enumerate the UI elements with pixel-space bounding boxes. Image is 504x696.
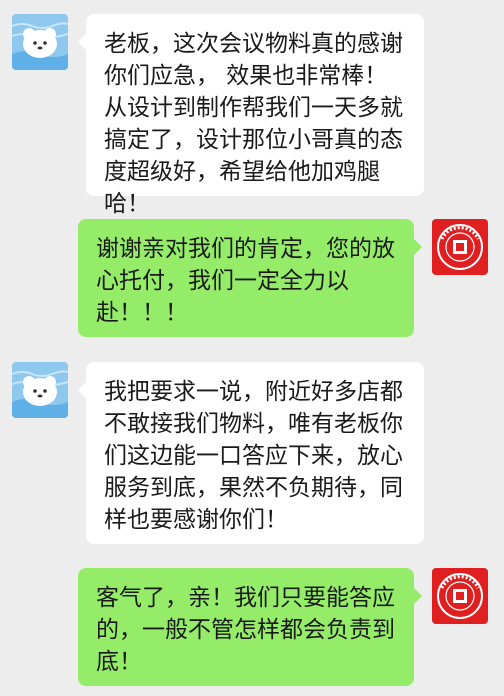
message-text: 老板，这次会议物料真的感谢你们应急， 效果也非常棒！从设计到制作帮我们一天多就搞… (104, 31, 403, 217)
message-text: 客气了，亲！我们只要能答应的，一般不管怎样都会负责到底！ (96, 585, 395, 675)
bubble-tail (414, 588, 422, 604)
merchant-avatar-icon[interactable] (432, 568, 488, 624)
bubble-tail (78, 34, 86, 50)
bubble-tail (414, 239, 422, 255)
message-bubble-outgoing[interactable]: 谢谢亲对我们的肯定，您的放心托付，我们一定全力以赴！！！ (78, 219, 422, 337)
merchant-avatar-icon[interactable] (432, 219, 488, 275)
message-text: 谢谢亲对我们的肯定，您的放心托付，我们一定全力以赴！！！ (96, 236, 395, 326)
user-avatar-icon[interactable] (12, 14, 68, 70)
user-avatar-icon[interactable] (12, 362, 68, 418)
message-bubble-outgoing[interactable]: 客气了，亲！我们只要能答应的，一般不管怎样都会负责到底！ (78, 568, 422, 686)
message-bubble-incoming[interactable]: 老板，这次会议物料真的感谢你们应急， 效果也非常棒！从设计到制作帮我们一天多就搞… (78, 14, 424, 217)
message-text: 我把要求一说，附近好多店都不敢接我们物料，唯有老板你们这边能一口答应下来，放心服… (104, 379, 403, 533)
message-bubble-incoming[interactable]: 我把要求一说，附近好多店都不敢接我们物料，唯有老板你们这边能一口答应下来，放心服… (78, 362, 424, 544)
bubble-tail (78, 382, 86, 398)
